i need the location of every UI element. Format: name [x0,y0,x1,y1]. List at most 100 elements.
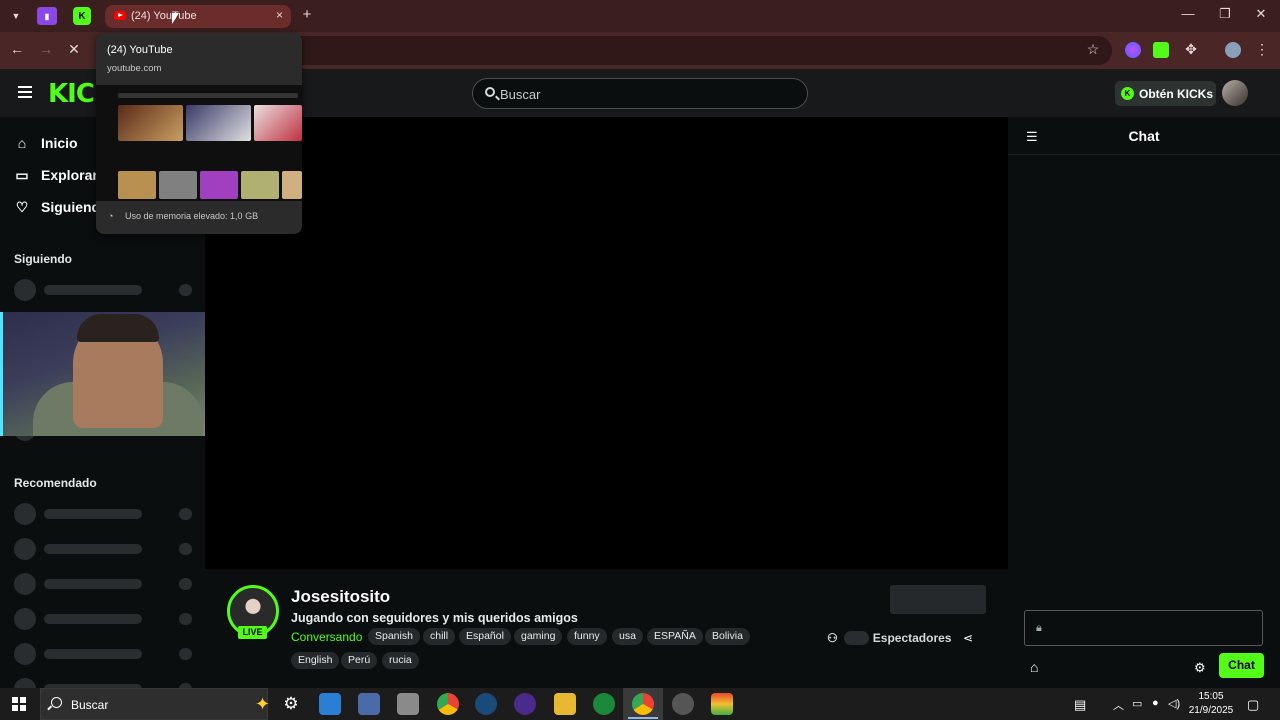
settings-gear-icon[interactable]: ⚙ [280,693,302,715]
app-icon-9[interactable] [593,693,615,715]
tag[interactable]: Spanish [368,628,420,645]
thumb-short-1 [118,171,156,199]
thumb-chip-row [118,93,298,98]
user-avatar[interactable] [1222,80,1248,106]
stream-category[interactable]: Conversando [291,630,362,644]
profile-avatar-icon[interactable] [1225,42,1241,58]
windows-taskbar: Buscar ✦ ⚙ ▤ ︿ ▭ ● ◁) 15:05 21/9/2025 ▢ [0,688,1280,720]
volume-icon[interactable]: ◁) [1168,697,1180,710]
chat-message-input[interactable]: 🔒︎ [1024,610,1263,646]
hamburger-menu-icon[interactable] [18,86,32,98]
app-icon-7[interactable] [514,693,536,715]
extension-1-icon[interactable] [1125,42,1141,58]
viewers-icon: ⚇ [827,631,838,645]
chrome-icon[interactable] [437,693,459,715]
extension-2-icon[interactable] [1153,42,1169,58]
sidebar-item-explorar[interactable]: ▭ Explorar [14,167,97,183]
youtube-icon [114,11,126,20]
recommended-skeleton-item [14,608,192,630]
back-arrow-icon[interactable]: ← [6,41,28,57]
app-icon-3[interactable] [358,693,380,715]
microphone-icon[interactable]: ● [1152,697,1159,709]
taskbar-clock[interactable]: 15:05 21/9/2025 [1183,690,1239,718]
thumb-short-5 [282,171,302,199]
forward-arrow-icon[interactable]: → [35,41,57,57]
network-icon[interactable]: ▭ [1132,697,1142,710]
clock-time: 15:05 [1198,691,1224,702]
tab-close-button[interactable]: × [276,8,283,22]
chrome-profile-icon[interactable] [632,693,654,715]
get-kicks-label: Obtén KICKs [1139,86,1214,101]
thumb-short-2 [159,171,197,199]
tag[interactable]: Español [459,628,511,645]
active-indicator [628,717,658,719]
extensions-puzzle-icon[interactable]: ✥ [1180,41,1202,58]
search-input[interactable]: Buscar [472,78,808,109]
tag[interactable]: ESPAÑA [647,628,703,645]
sidebar-item-inicio[interactable]: ⌂ Inicio [14,135,78,151]
preview-title: (24) YouTube [107,44,173,56]
tag[interactable]: English [291,652,340,669]
tab-title: (24) YouTube [131,10,197,22]
minimize-button[interactable]: — [1173,6,1203,21]
chat-panel: ☰ Chat 🔒︎ ⌂ ⚙ Chat [1008,117,1280,688]
news-widget-icon[interactable]: ▤ [1074,697,1086,713]
follow-button-placeholder[interactable] [890,585,986,614]
mouse-cursor-icon [172,13,179,24]
bookmark-star-icon[interactable]: ☆ [1082,41,1104,58]
tab-kick[interactable]: K [73,7,91,25]
tag[interactable]: gaming [514,628,563,645]
thumb-video-3 [254,105,302,141]
share-icon[interactable]: ⋖ [963,631,973,645]
close-window-button[interactable]: ✕ [1246,6,1276,22]
tab-search-button[interactable]: ▼ [5,6,27,26]
kicks-coin-icon: K [1121,87,1134,100]
notifications-icon[interactable]: ▢ [1247,697,1259,713]
get-kicks-button[interactable]: K Obtén KICKs [1115,81,1216,106]
file-explorer-icon[interactable] [554,693,576,715]
tag[interactable]: rucia [382,652,419,669]
store-icon[interactable]: ⌂ [1030,659,1038,675]
compass-icon: ▭ [15,167,29,183]
send-chat-button[interactable]: Chat [1219,653,1264,678]
thumb-short-4 [241,171,279,199]
browser-tab-bar: ▼ ▮ K (24) YouTube × + — ❐ ✕ [0,0,1280,32]
viewer-count-placeholder [843,631,869,645]
following-skeleton-item [14,279,192,301]
tray-chevron-icon[interactable]: ︿ [1113,697,1124,713]
app-icon-2[interactable] [319,693,341,715]
lock-icon: 🔒︎ [1036,622,1042,634]
tag[interactable]: chill [423,628,456,645]
tag[interactable]: usa [612,628,643,645]
app-icon-4[interactable] [397,693,419,715]
video-player[interactable] [205,117,1008,569]
tag[interactable]: funny [567,628,607,645]
memory-gauge-icon: ◔ [108,211,114,221]
stop-loading-icon[interactable]: ✕ [63,41,85,58]
tab-youtube[interactable]: (24) YouTube × [105,5,291,28]
gear-icon[interactable]: ⚙ [1194,660,1206,676]
preview-thumbnail [96,85,302,201]
preview-url: youtube.com [107,63,162,74]
search-icon [485,87,495,97]
restore-button[interactable]: ❐ [1210,6,1240,22]
streamer-name[interactable]: Josesitosito [291,587,390,607]
new-tab-button[interactable]: + [292,6,322,23]
tag[interactable]: Perú [341,652,378,669]
app-icon-11[interactable] [672,693,694,715]
home-icon: ⌂ [17,135,27,151]
menu-dots-icon[interactable]: ⋮ [1251,41,1273,58]
search-placeholder: Buscar [500,87,541,102]
tag[interactable]: Bolivia [705,628,750,645]
webcam-person-hair [77,314,159,342]
tab-twitch[interactable]: ▮ [37,7,57,25]
recommended-skeleton-item [14,678,192,688]
app-icon-12[interactable] [711,693,733,715]
windows-start-icon[interactable] [12,697,26,711]
sidebar-item-siguiendo[interactable]: ♡ Siguiendo [14,199,109,215]
taskbar-search[interactable]: Buscar ✦ [40,688,270,720]
recommended-header: Recomendado [14,476,97,490]
stream-info: LIVE Josesitosito Jugando con seguidores… [205,569,1008,688]
steam-icon[interactable] [475,693,497,715]
clock-date: 21/9/2025 [1188,705,1234,716]
